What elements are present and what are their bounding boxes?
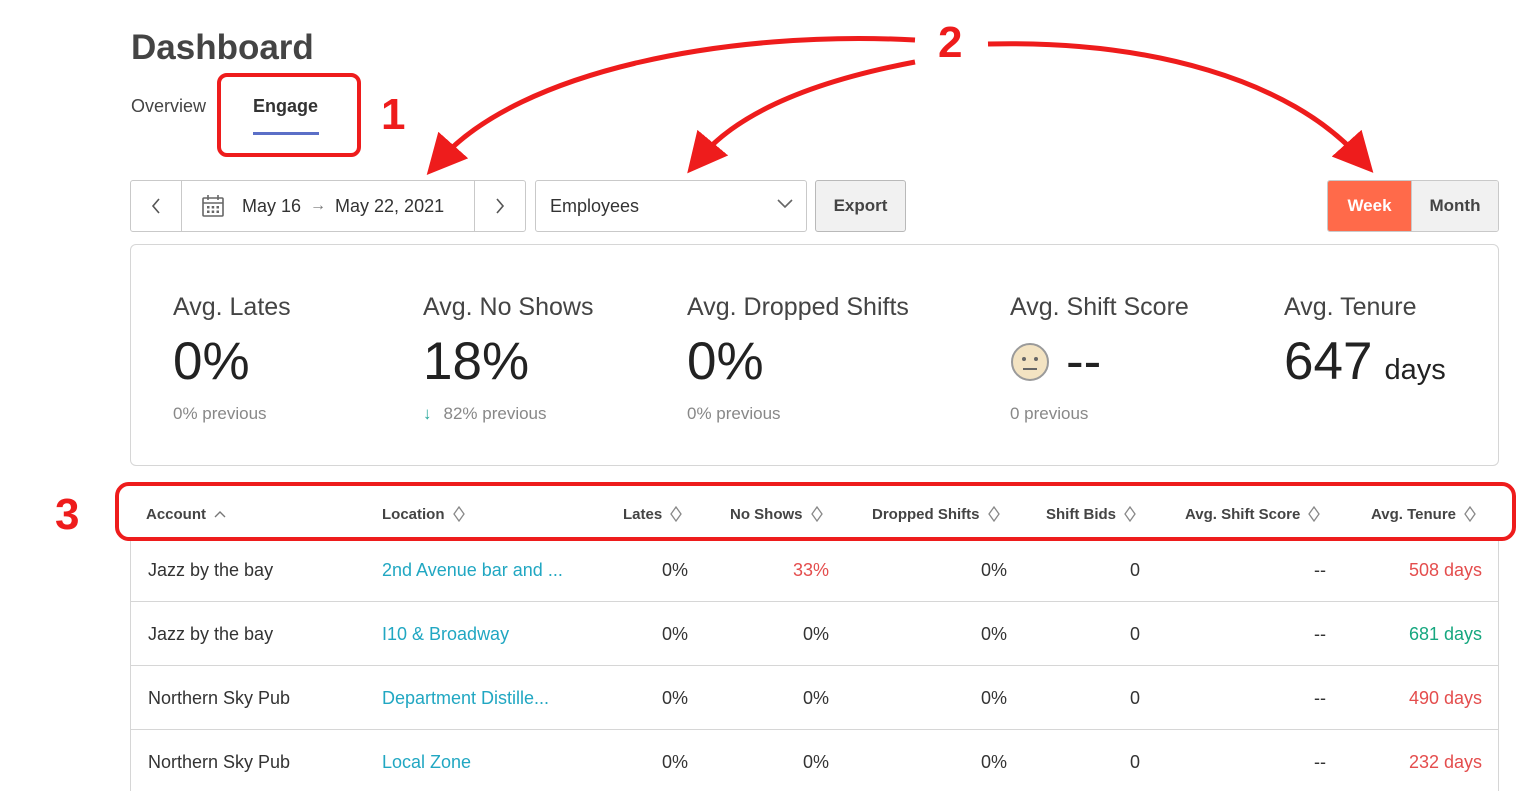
stat-value: 18%: [423, 332, 530, 391]
chevron-right-icon: [496, 198, 505, 214]
annotation-box-1: [217, 73, 361, 157]
stat-value: 0%: [173, 332, 250, 391]
cell-dropped-shifts: 0%: [980, 751, 1007, 772]
cell-lates: 0%: [661, 751, 688, 772]
stat-label: Avg. Shift Score: [1010, 293, 1189, 321]
annotation-label-2: 2: [938, 18, 963, 67]
neutral-face-icon: [1010, 342, 1050, 382]
tab-overview[interactable]: Overview: [131, 96, 206, 117]
date-start: May 16: [242, 195, 302, 216]
cell-shift-score: --: [1314, 751, 1326, 772]
annotation-arrow-to-date: [426, 36, 916, 175]
cell-shift-bids: 0: [1129, 559, 1140, 580]
cell-account: Jazz by the bay: [148, 623, 274, 644]
stat-previous: 0% previous: [687, 404, 781, 423]
table-row[interactable]: Jazz by the bay I10 & Broadway 0% 0% 0% …: [131, 602, 1498, 666]
stats-card: Avg. Lates 0% 0% previous Avg. No Shows …: [130, 244, 1499, 466]
stat-value-row: --: [1010, 332, 1189, 392]
cell-location-link[interactable]: 2nd Avenue bar and ...: [382, 538, 563, 602]
cell-dropped-shifts: 0%: [980, 559, 1007, 580]
date-range-display[interactable]: May 16 → May 22, 2021: [182, 181, 474, 231]
stat-avg-no-shows: Avg. No Shows 18% ↓ 82% previous: [423, 293, 593, 424]
stat-previous: 0 previous: [1010, 404, 1089, 423]
cell-no-shows: 33%: [792, 559, 829, 580]
stat-label: Avg. Tenure: [1284, 293, 1417, 321]
stat-avg-shift-score: Avg. Shift Score -- 0 previous: [1010, 293, 1189, 424]
next-period-button[interactable]: [474, 181, 525, 231]
stat-avg-lates: Avg. Lates 0% 0% previous: [173, 293, 291, 424]
stat-avg-tenure: Avg. Tenure 647 days: [1284, 293, 1446, 392]
stat-value-row: 647 days: [1284, 332, 1446, 392]
previous-period-button[interactable]: [131, 181, 182, 231]
cell-shift-bids: 0: [1129, 751, 1140, 772]
cell-shift-score: --: [1314, 559, 1326, 580]
annotation-label-3: 3: [55, 490, 80, 539]
cell-tenure: 232 days: [1408, 751, 1482, 772]
cell-account: Northern Sky Pub: [148, 687, 291, 708]
stat-avg-dropped-shifts: Avg. Dropped Shifts 0% 0% previous: [687, 293, 909, 424]
stat-previous-row: ↓ 82% previous: [423, 404, 593, 424]
table-row[interactable]: Northern Sky Pub Local Zone 0% 0% 0% 0 -…: [131, 730, 1498, 791]
stat-previous: 82% previous: [443, 404, 547, 423]
stat-previous: 0% previous: [173, 404, 267, 423]
stat-label: Avg. Dropped Shifts: [687, 293, 909, 321]
stat-label: Avg. No Shows: [423, 293, 594, 321]
cell-shift-score: --: [1314, 623, 1326, 644]
cell-location-link[interactable]: Department Distille...: [382, 666, 549, 730]
cell-account: Jazz by the bay: [148, 559, 274, 580]
cell-no-shows: 0%: [802, 623, 829, 644]
cell-tenure: 490 days: [1408, 687, 1482, 708]
cell-tenure: 508 days: [1408, 559, 1482, 580]
cell-tenure: 681 days: [1408, 623, 1482, 644]
table-row[interactable]: Northern Sky Pub Department Distille... …: [131, 666, 1498, 730]
arrow-down-icon: ↓: [423, 404, 432, 423]
cell-dropped-shifts: 0%: [980, 687, 1007, 708]
cell-no-shows: 0%: [802, 687, 829, 708]
week-button[interactable]: Week: [1328, 181, 1411, 231]
chevron-left-icon: [151, 198, 160, 214]
cell-no-shows: 0%: [802, 751, 829, 772]
date-end: May 22, 2021: [335, 195, 445, 216]
stat-value: --: [1066, 332, 1102, 391]
annotation-box-3: [115, 482, 1516, 541]
cell-location-link[interactable]: I10 & Broadway: [382, 602, 509, 666]
cell-shift-score: --: [1314, 687, 1326, 708]
date-range-picker: May 16 → May 22, 2021: [130, 180, 526, 232]
table-body: Jazz by the bay 2nd Avenue bar and ... 0…: [130, 538, 1499, 791]
cell-lates: 0%: [661, 687, 688, 708]
stat-value: 647: [1284, 332, 1373, 391]
month-button[interactable]: Month: [1411, 181, 1498, 231]
table-row[interactable]: Jazz by the bay 2nd Avenue bar and ... 0…: [131, 538, 1498, 602]
stat-unit: days: [1384, 354, 1446, 386]
annotation-arrow-to-select: [687, 59, 916, 174]
cell-shift-bids: 0: [1129, 623, 1140, 644]
stat-label: Avg. Lates: [173, 293, 291, 321]
cell-shift-bids: 0: [1129, 687, 1140, 708]
cell-dropped-shifts: 0%: [980, 623, 1007, 644]
page-title: Dashboard: [131, 28, 314, 67]
period-toggle: Week Month: [1327, 180, 1499, 232]
dashboard-page: Dashboard Overview Engage May 16 → May 2…: [0, 0, 1526, 791]
annotation-arrow-to-toggle: [987, 41, 1374, 173]
cell-location-link[interactable]: Local Zone: [382, 730, 471, 791]
cell-account: Northern Sky Pub: [148, 751, 291, 772]
calendar-icon: [202, 194, 224, 218]
cell-lates: 0%: [661, 623, 688, 644]
cell-lates: 0%: [661, 559, 688, 580]
stat-value: 0%: [687, 332, 764, 391]
arrow-right-icon: →: [310, 197, 327, 214]
annotation-label-1: 1: [381, 90, 406, 139]
group-select[interactable]: Employees: [535, 180, 807, 232]
export-button[interactable]: Export: [815, 180, 906, 232]
chevron-down-icon: [777, 199, 793, 209]
group-select-value: Employees: [550, 195, 640, 216]
